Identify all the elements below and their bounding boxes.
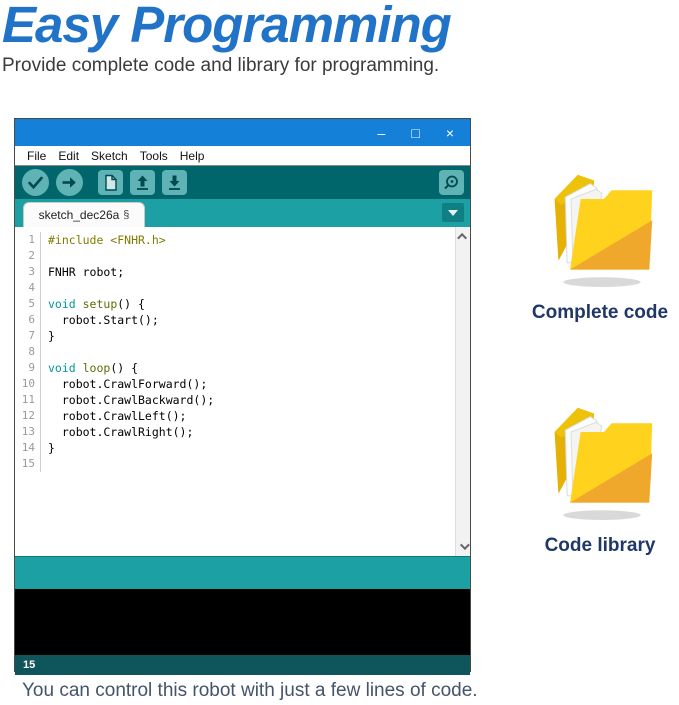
code-text: robot.Start(); — [41, 312, 159, 328]
tab-label: sketch_dec26a — [39, 208, 120, 222]
line-number: 12 — [15, 408, 41, 424]
verify-button[interactable] — [22, 169, 49, 196]
code-text — [41, 344, 48, 360]
window-titlebar: – □ × — [15, 119, 470, 146]
status-bar: 15 — [15, 655, 470, 675]
code-line: 6 robot.Start(); — [15, 312, 470, 328]
line-number: 10 — [15, 376, 41, 392]
line-number: 13 — [15, 424, 41, 440]
code-line: 12 robot.CrawlLeft(); — [15, 408, 470, 424]
menu-tools[interactable]: Tools — [134, 149, 174, 163]
caption-text: You can control this robot with just a f… — [22, 680, 478, 702]
upload-icon — [56, 169, 83, 196]
code-text: FNHR robot; — [41, 264, 124, 280]
menu-file[interactable]: File — [21, 149, 52, 163]
status-line-indicator: 15 — [23, 659, 35, 671]
editor-scrollbar[interactable] — [455, 227, 470, 556]
serial-monitor-button[interactable] — [439, 170, 464, 195]
code-line: 14} — [15, 440, 470, 456]
verify-icon — [22, 169, 49, 196]
new-sketch-button[interactable] — [98, 170, 123, 195]
close-icon[interactable]: × — [446, 126, 454, 140]
tab-menu-button[interactable] — [442, 203, 464, 222]
new-sketch-icon — [98, 170, 123, 195]
upload-button[interactable] — [56, 169, 83, 196]
line-number: 1 — [15, 232, 41, 248]
tab-strip: sketch_dec26a § — [15, 199, 470, 227]
line-number: 3 — [15, 264, 41, 280]
line-number: 7 — [15, 328, 41, 344]
serial-monitor-icon — [439, 170, 464, 195]
menu-help[interactable]: Help — [174, 149, 211, 163]
folder-label: Code library — [524, 535, 676, 557]
code-library-folder[interactable]: Code library — [524, 397, 676, 557]
menu-bar: File Edit Sketch Tools Help — [15, 146, 470, 166]
code-line: 5void setup() { — [15, 296, 470, 312]
code-text: robot.CrawlLeft(); — [41, 408, 186, 424]
code-text: robot.CrawlRight(); — [41, 424, 193, 440]
tab-sketch[interactable]: sketch_dec26a § — [23, 202, 145, 227]
code-line: 15 — [15, 456, 470, 472]
toolbar — [15, 166, 470, 199]
arduino-ide-window: – □ × File Edit Sketch Tools Help — [14, 118, 471, 672]
line-number: 9 — [15, 360, 41, 376]
code-text — [41, 280, 48, 296]
code-line: 11 robot.CrawlBackward(); — [15, 392, 470, 408]
open-icon — [130, 170, 155, 195]
code-text: robot.CrawlForward(); — [41, 376, 207, 392]
menu-sketch[interactable]: Sketch — [85, 149, 134, 163]
maximize-icon[interactable]: □ — [411, 126, 419, 140]
chevron-down-icon — [460, 540, 470, 550]
line-number: 2 — [15, 248, 41, 264]
folder-icon — [542, 397, 658, 525]
code-text: #include <FNHR.h> — [41, 232, 166, 248]
code-text: void setup() { — [41, 296, 145, 312]
chevron-up-icon — [457, 233, 467, 243]
line-number: 14 — [15, 440, 41, 456]
scroll-down-button[interactable] — [456, 539, 470, 554]
code-text: robot.CrawlBackward(); — [41, 392, 214, 408]
line-number: 8 — [15, 344, 41, 360]
line-number: 6 — [15, 312, 41, 328]
scroll-up-button[interactable] — [456, 229, 470, 244]
editor-footer-strip — [15, 556, 470, 589]
minimize-icon[interactable]: – — [378, 126, 386, 140]
code-line: 10 robot.CrawlForward(); — [15, 376, 470, 392]
code-line: 3FNHR robot; — [15, 264, 470, 280]
code-line: 2 — [15, 248, 470, 264]
code-line: 4 — [15, 280, 470, 296]
code-text — [41, 456, 48, 472]
line-number: 11 — [15, 392, 41, 408]
code-text — [41, 248, 48, 264]
code-line: 1#include <FNHR.h> — [15, 232, 470, 248]
line-number: 4 — [15, 280, 41, 296]
folder-icon — [542, 164, 658, 292]
code-text: } — [41, 328, 55, 344]
code-line: 8 — [15, 344, 470, 360]
code-line: 9void loop() { — [15, 360, 470, 376]
save-icon — [162, 170, 187, 195]
code-line: 7} — [15, 328, 470, 344]
code-text: void loop() { — [41, 360, 138, 376]
open-button[interactable] — [130, 170, 155, 195]
chevron-down-icon — [448, 210, 458, 216]
code-line: 13 robot.CrawlRight(); — [15, 424, 470, 440]
tab-modified-mark: § — [123, 209, 129, 221]
console-output — [15, 589, 470, 655]
line-number: 15 — [15, 456, 41, 472]
code-editor[interactable]: 1#include <FNHR.h>23FNHR robot;45void se… — [15, 227, 470, 556]
folder-label: Complete code — [524, 302, 676, 324]
save-button[interactable] — [162, 170, 187, 195]
page-subtitle: Provide complete code and library for pr… — [2, 55, 439, 77]
line-number: 5 — [15, 296, 41, 312]
code-text: } — [41, 440, 55, 456]
menu-edit[interactable]: Edit — [52, 149, 85, 163]
page-title: Easy Programming — [2, 0, 451, 54]
complete-code-folder[interactable]: Complete code — [524, 164, 676, 324]
